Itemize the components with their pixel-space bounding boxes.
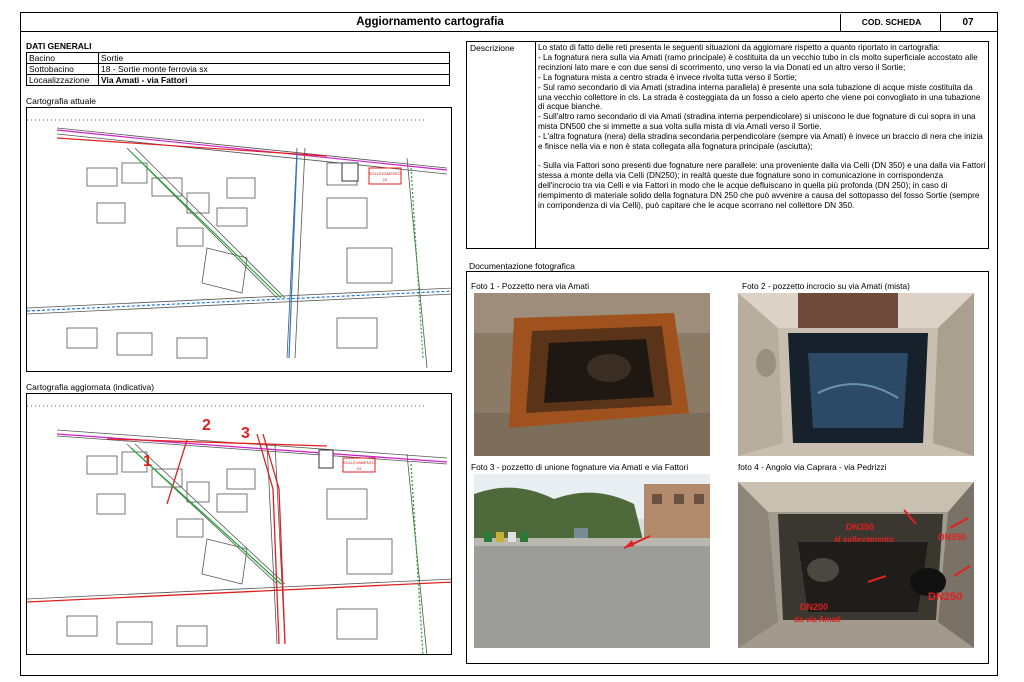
table-row: Sottobacino 18 - Sortie monte ferrovia s… [26, 63, 450, 75]
annotation-sollevamento: al sollevamento [834, 535, 894, 544]
dati-generali-table: Bacino Sortie Sottobacino 18 - Sortie mo… [26, 52, 450, 86]
table-row: Locaalizzazione Via Amati - via Fattori [26, 74, 450, 86]
photo-4-caption: foto 4 - Angolo via Caprara - via Pedriz… [738, 462, 887, 472]
map-updated-drawing: 1 2 3 SOLLEVAMENTO 24 [27, 405, 451, 654]
photo-3-image [474, 474, 710, 648]
description-text: Lo stato di fatto delle reti presenta le… [538, 43, 986, 211]
photo-2-caption: Foto 2 - pozzetto incrocio su via Amati … [742, 281, 910, 291]
annotation-dn250: DN250 [928, 591, 962, 603]
description-paragraph: - La fognatura mista a centro strada è i… [538, 72, 797, 82]
annotation-dn350: DN350 [846, 522, 874, 532]
description-paragraph: - Sul ramo secondario di via Amati (stra… [538, 82, 981, 112]
description-paragraph: - Sulla via Fattori sono presenti due fo… [538, 160, 986, 210]
row-label: Bacino [26, 52, 99, 64]
row-value: Sortie [98, 52, 450, 64]
plant-label: SOLLEVAMENTO [343, 460, 375, 465]
row-value: 18 - Sortie monte ferrovia sx [98, 63, 450, 75]
divider [20, 31, 998, 32]
cod-scheda-value: 07 [962, 17, 974, 28]
description-paragraph: - Sull'altro ramo secondario di via Amat… [538, 112, 976, 132]
dati-generali-heading: DATI GENERALI [26, 41, 92, 51]
map-marker-2: 2 [202, 417, 211, 434]
page-title: Aggiornamento cartografia [356, 16, 504, 28]
annotation-via-amati: da via Amati [794, 615, 841, 624]
divider [535, 41, 536, 249]
divider [840, 14, 841, 31]
map-current-drawing: SOLLEVAMENTO 24 [27, 119, 451, 369]
map-updated: 1 2 3 SOLLEVAMENTO 24 [26, 393, 452, 655]
photo-section-heading: Documentazione fotografica [469, 261, 575, 271]
row-label: Sottobacino [26, 63, 99, 75]
cod-scheda-label: COD. SCHEDA [861, 17, 922, 27]
map-current: SOLLEVAMENTO 24 [26, 107, 452, 372]
map-marker-1: 1 [143, 453, 152, 470]
photo-1-caption: Foto 1 - Pozzetto nera via Amati [471, 281, 590, 291]
row-label: Locaalizzazione [26, 74, 99, 86]
map-marker-3: 3 [241, 425, 250, 442]
photo-4-image: DN350 al sollevamento DN350 DN250 DN200 … [738, 482, 974, 648]
table-row: Bacino Sortie [26, 52, 450, 64]
description-spacer [538, 152, 986, 161]
annotation-dn350-right: DN350 [938, 532, 966, 542]
photo-3-caption: Foto 3 - pozzetto di unione fognature vi… [471, 462, 689, 472]
map-current-label: Cartografia attuale [26, 96, 96, 106]
photo-1-image [474, 293, 710, 456]
plant-number: 24 [357, 466, 362, 471]
map-updated-label: Cartografia aggiornata (indicativa) [26, 382, 155, 392]
plant-label: SOLLEVAMENTO [369, 171, 401, 176]
description-label: Descrizione [470, 43, 515, 53]
annotation-dn200: DN200 [800, 602, 828, 612]
description-paragraph: - L'altra fognatura (nera) della stradin… [538, 132, 983, 152]
description-paragraph: Lo stato di fatto delle reti presenta le… [538, 43, 940, 52]
photo-2-image [738, 293, 974, 456]
description-paragraph: - La fognatura nera sulla via Amati (ram… [538, 52, 978, 72]
row-value: Via Amati - via Fattori [98, 74, 450, 86]
plant-number: 24 [383, 177, 388, 182]
